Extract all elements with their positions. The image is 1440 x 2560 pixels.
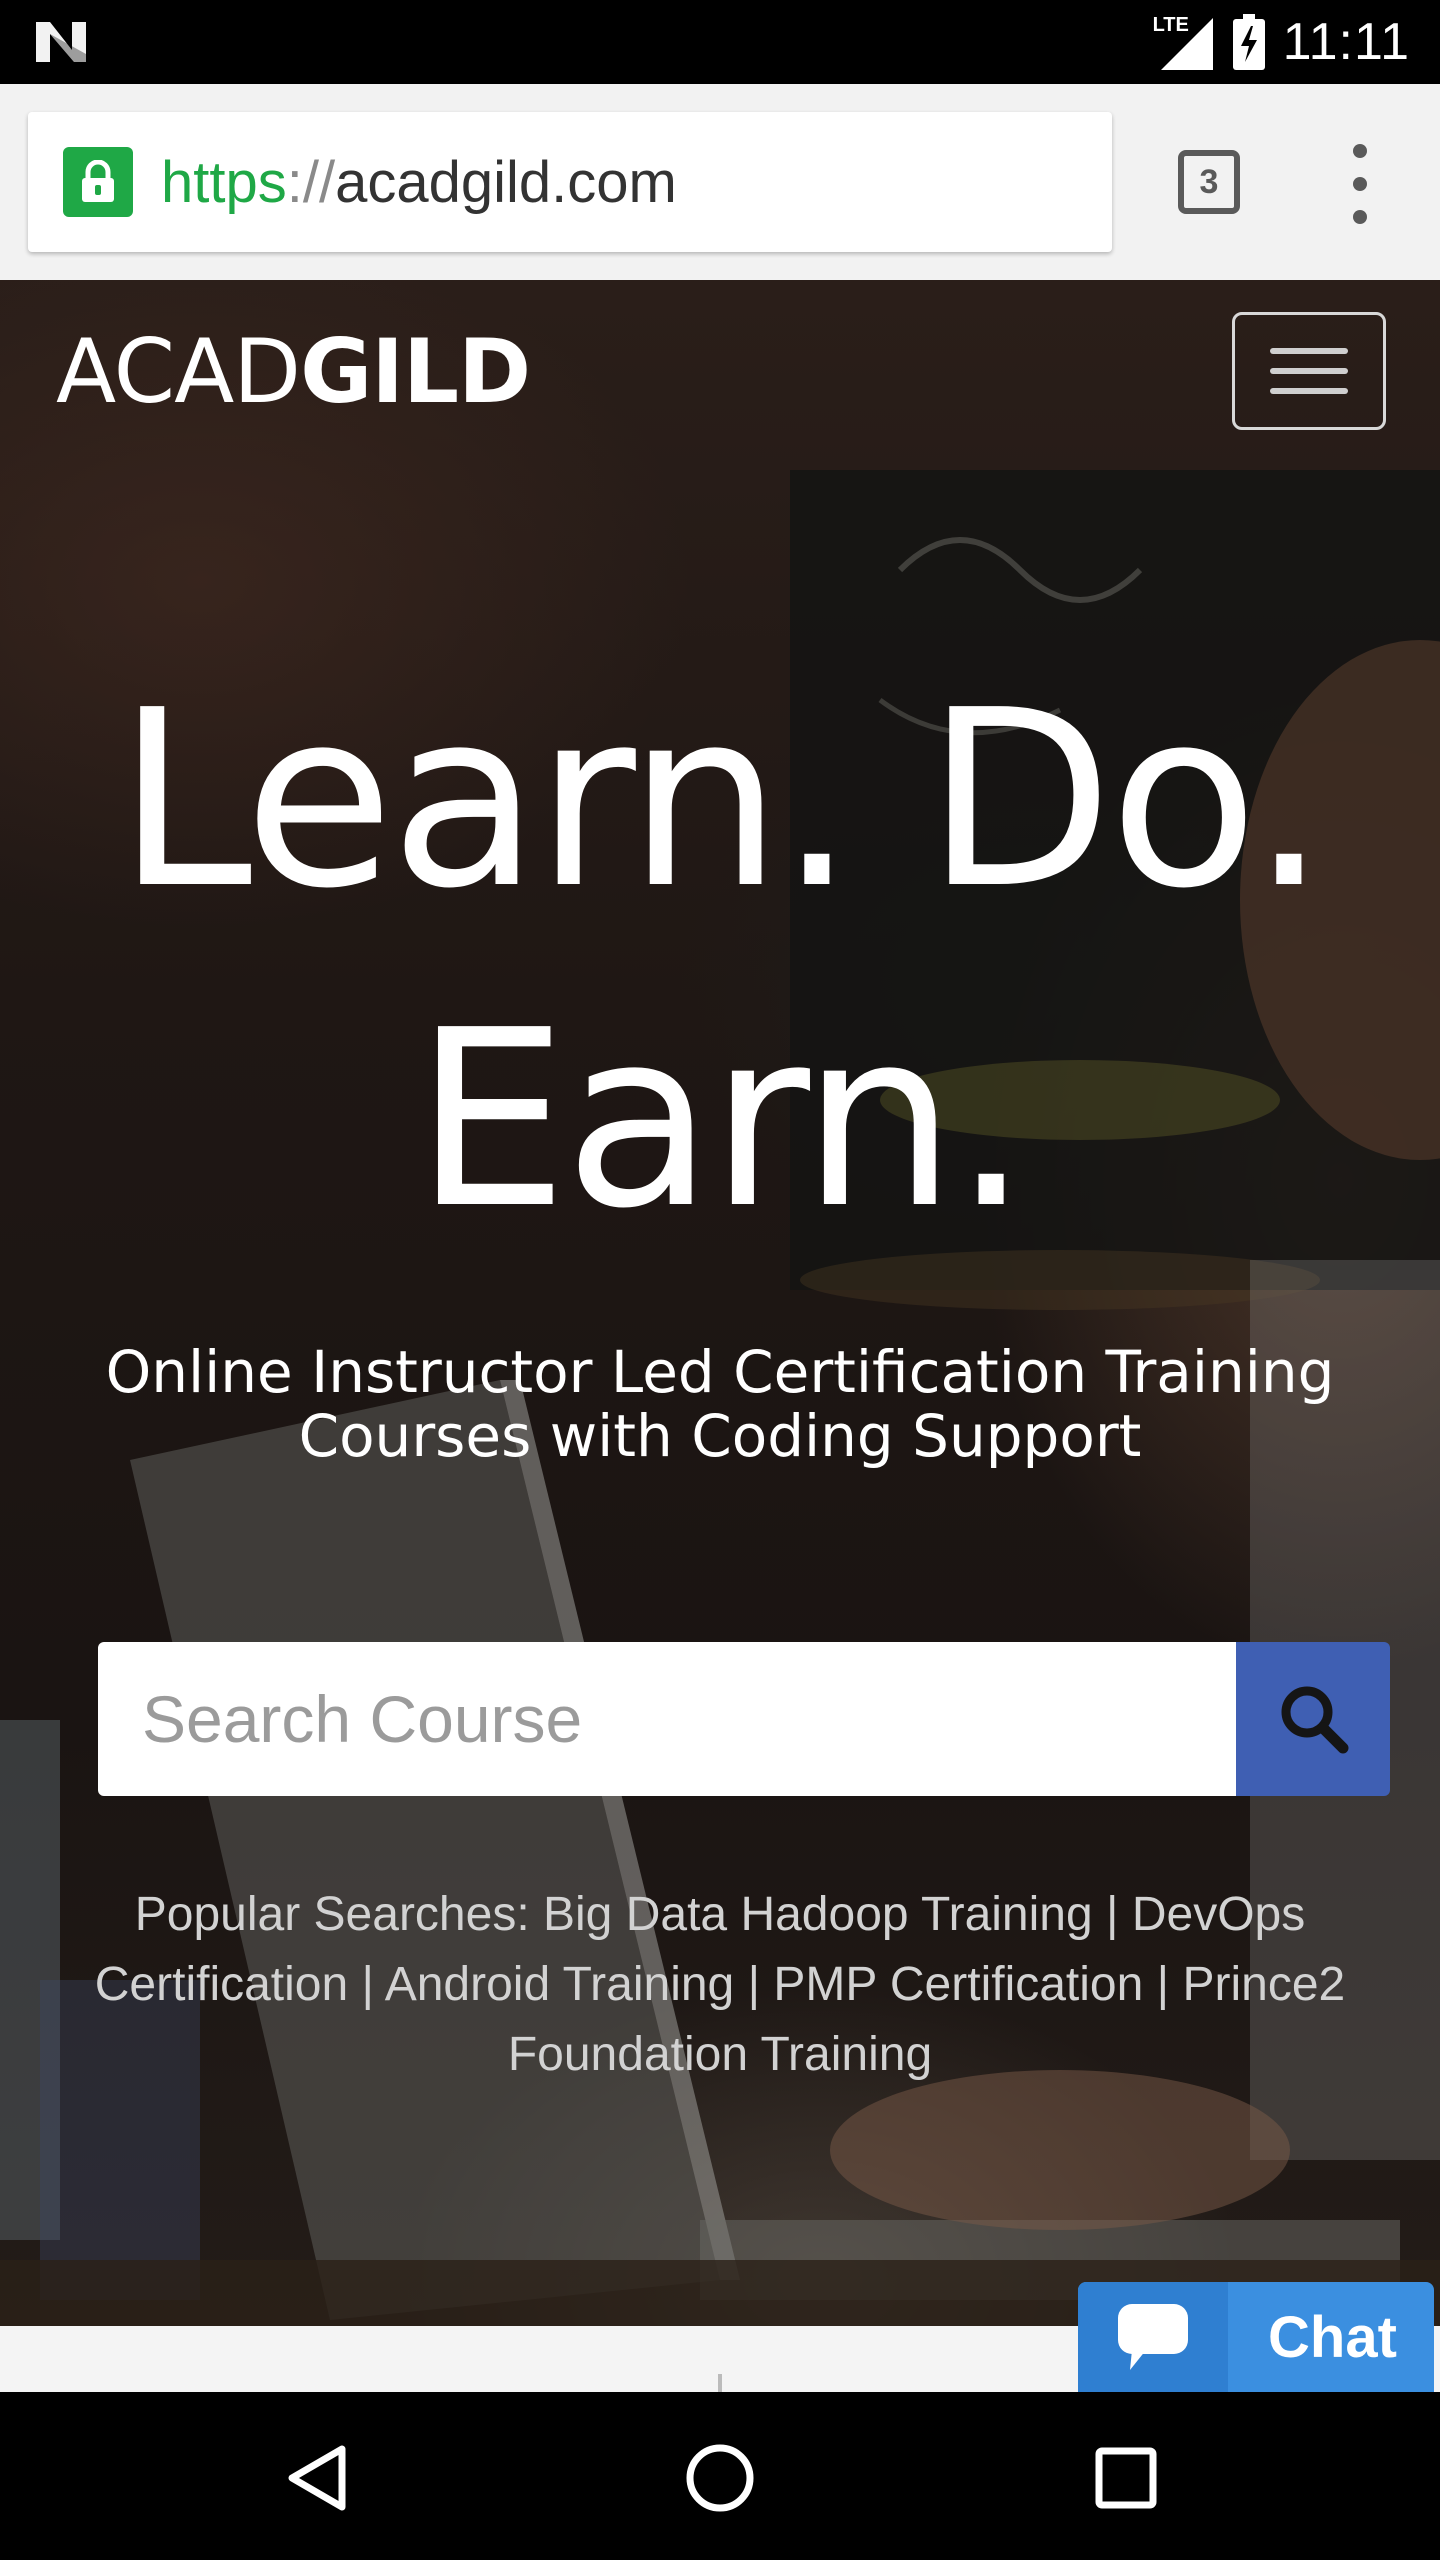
hero-subheadline: Online Instructor Led Certification Trai… xyxy=(0,1340,1440,1468)
back-icon[interactable] xyxy=(274,2436,358,2520)
popular-link-pmp[interactable]: PMP Certification xyxy=(773,1958,1143,2011)
url-text[interactable]: https://acadgild.com xyxy=(161,149,677,216)
popular-link-hadoop[interactable]: Big Data Hadoop Training xyxy=(543,1888,1093,1941)
hero-subheadline-line2: Courses with Coding Support xyxy=(298,1402,1142,1470)
url-host: acadgild.com xyxy=(335,149,677,215)
lock-icon[interactable] xyxy=(63,147,133,217)
browser-toolbar: https://acadgild.com 3 xyxy=(0,84,1440,280)
search-button[interactable] xyxy=(1236,1642,1390,1796)
popular-separator: | xyxy=(361,1958,375,2011)
popular-separator: | xyxy=(747,1958,761,2011)
popular-separator: | xyxy=(1106,1888,1119,1941)
chat-button[interactable]: Chat xyxy=(1078,2282,1434,2392)
brand-logo[interactable]: ACADGILD xyxy=(56,320,531,423)
popular-link-android[interactable]: Android Training xyxy=(385,1958,735,2011)
chat-label: Chat xyxy=(1268,2304,1397,2370)
search-input[interactable] xyxy=(98,1642,1236,1796)
home-icon[interactable] xyxy=(678,2436,762,2520)
n-icon xyxy=(34,20,88,64)
popular-searches: Popular Searches: Big Data Hadoop Traini… xyxy=(60,1880,1380,2090)
signal-icon: LTE xyxy=(1153,12,1215,72)
hamburger-icon[interactable] xyxy=(1232,312,1386,430)
search-icon xyxy=(1275,1680,1351,1759)
battery-charging-icon xyxy=(1232,14,1265,70)
divider xyxy=(718,2374,722,2392)
brand-logo-bold: GILD xyxy=(300,320,531,423)
hero-headline: Learn. Do. Earn. xyxy=(0,640,1440,1280)
hero-subheadline-line1: Online Instructor Led Certification Trai… xyxy=(105,1338,1335,1406)
course-search-form xyxy=(98,1642,1390,1796)
status-bar: LTE 11:11 xyxy=(0,0,1440,84)
brand-logo-light: ACAD xyxy=(56,320,301,423)
url-separator: :// xyxy=(286,149,336,215)
hero-headline-line1: Learn. Do. xyxy=(116,658,1328,942)
status-time: 11:11 xyxy=(1282,13,1410,71)
tab-switcher-button[interactable]: 3 xyxy=(1178,150,1240,214)
chat-bubble-icon xyxy=(1078,2282,1228,2392)
popular-searches-label: Popular Searches: xyxy=(134,1888,530,1941)
status-icons: LTE 11:11 xyxy=(1153,0,1410,84)
recents-icon[interactable] xyxy=(1084,2436,1168,2520)
url-scheme: https xyxy=(161,149,287,215)
overflow-menu-icon[interactable] xyxy=(1340,144,1380,224)
address-bar[interactable]: https://acadgild.com xyxy=(28,112,1112,252)
popular-separator: | xyxy=(1156,1958,1170,2011)
system-nav-bar xyxy=(0,2392,1440,2560)
hero-section: ACADGILD Learn. Do. Earn. Online Instruc… xyxy=(0,280,1440,2326)
hero-headline-line2: Earn. xyxy=(414,978,1030,1262)
